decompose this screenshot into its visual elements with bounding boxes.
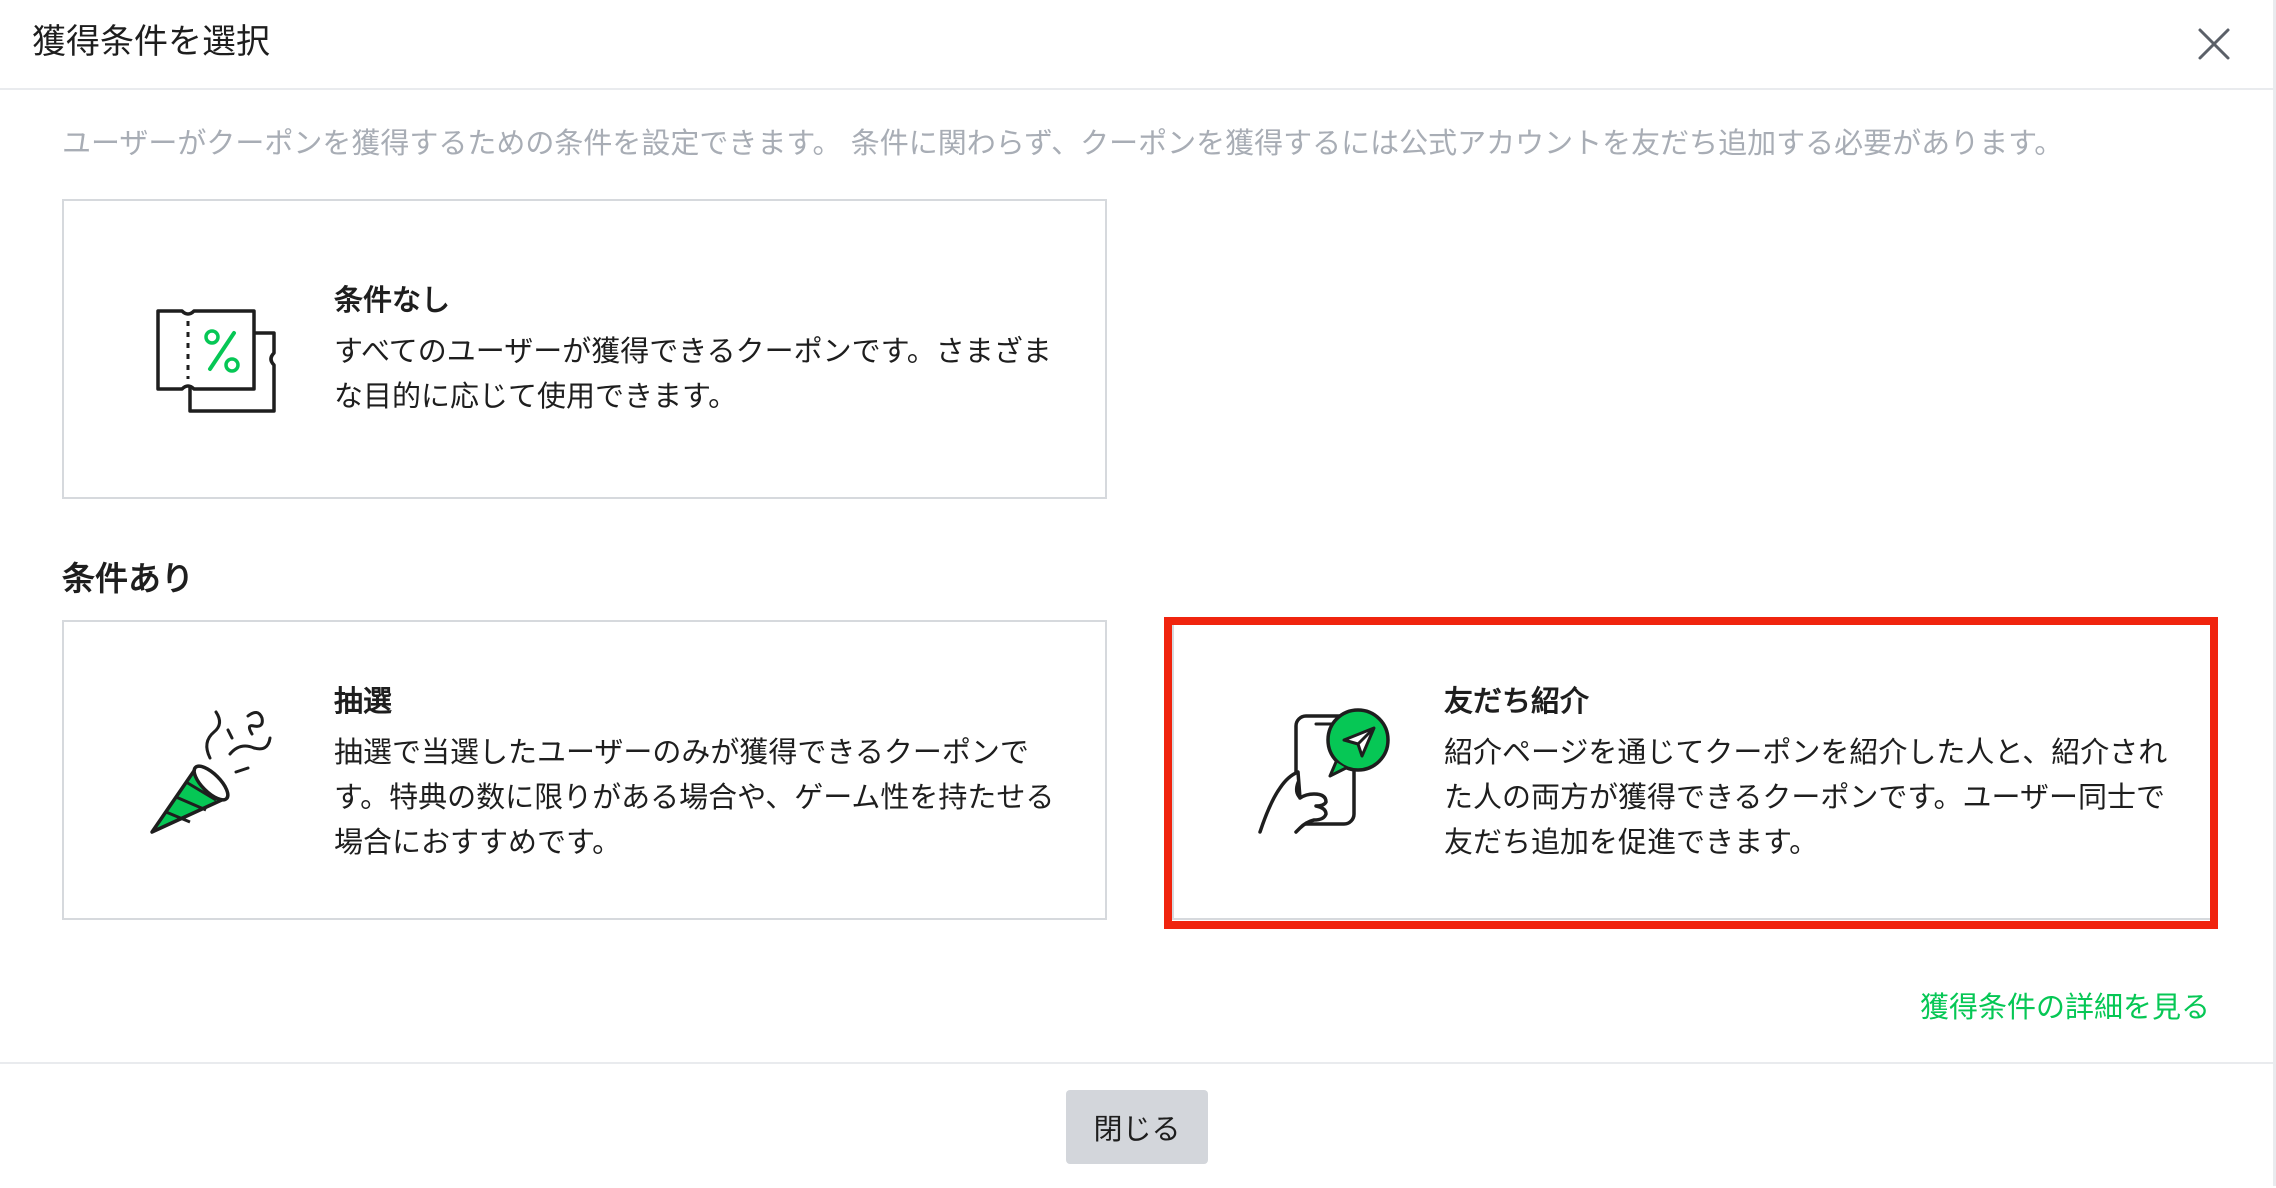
option-title-no-condition: 条件なし [334, 283, 451, 317]
section-label-with-condition: 条件あり [62, 559, 194, 598]
option-card-no-condition[interactable]: 条件なし すべてのユーザーが獲得できるクーポンです。さまざまな目的に応じて使用で… [62, 199, 1107, 499]
option-desc-friend-referral: 紹介ページを通じてクーポンを紹介した人と、紹介された人の両方が獲得できるクーポン… [1444, 735, 2168, 859]
select-condition-modal: 獲得条件を選択 ユーザーがクーポンを獲得するための条件を設定できます。 条件に関… [0, 0, 2276, 1186]
condition-description: ユーザーがクーポンを獲得するための条件を設定できます。 条件に関わらず、クーポン… [62, 126, 2064, 160]
party-popper-icon [144, 702, 284, 842]
option-title-friend-referral: 友だち紹介 [1444, 684, 1590, 718]
close-icon[interactable] [2192, 22, 2236, 66]
option-desc-lottery: 抽選で当選したユーザーのみが獲得できるクーポンです。特典の数に限りがある場合や、… [334, 735, 1055, 859]
close-button[interactable]: 閉じる [1066, 1090, 1208, 1164]
option-card-lottery[interactable]: 抽選 抽選で当選したユーザーのみが獲得できるクーポンです。特典の数に限りがある場… [62, 620, 1107, 920]
coupon-percent-icon [144, 281, 284, 421]
condition-details-link[interactable]: 獲得条件の詳細を見る [1920, 984, 2210, 1030]
modal-footer: 閉じる [0, 1062, 2276, 1188]
modal-header: 獲得条件を選択 [0, 0, 2276, 90]
modal-title: 獲得条件を選択 [32, 22, 270, 62]
option-card-friend-referral[interactable]: 友だち紹介 紹介ページを通じてクーポンを紹介した人と、紹介された人の両方が獲得で… [1172, 620, 2217, 920]
phone-send-icon [1254, 702, 1394, 842]
option-title-lottery: 抽選 [334, 684, 393, 718]
option-desc-no-condition: すべてのユーザーが獲得できるクーポンです。さまざまな目的に応じて使用できます。 [334, 334, 1052, 413]
